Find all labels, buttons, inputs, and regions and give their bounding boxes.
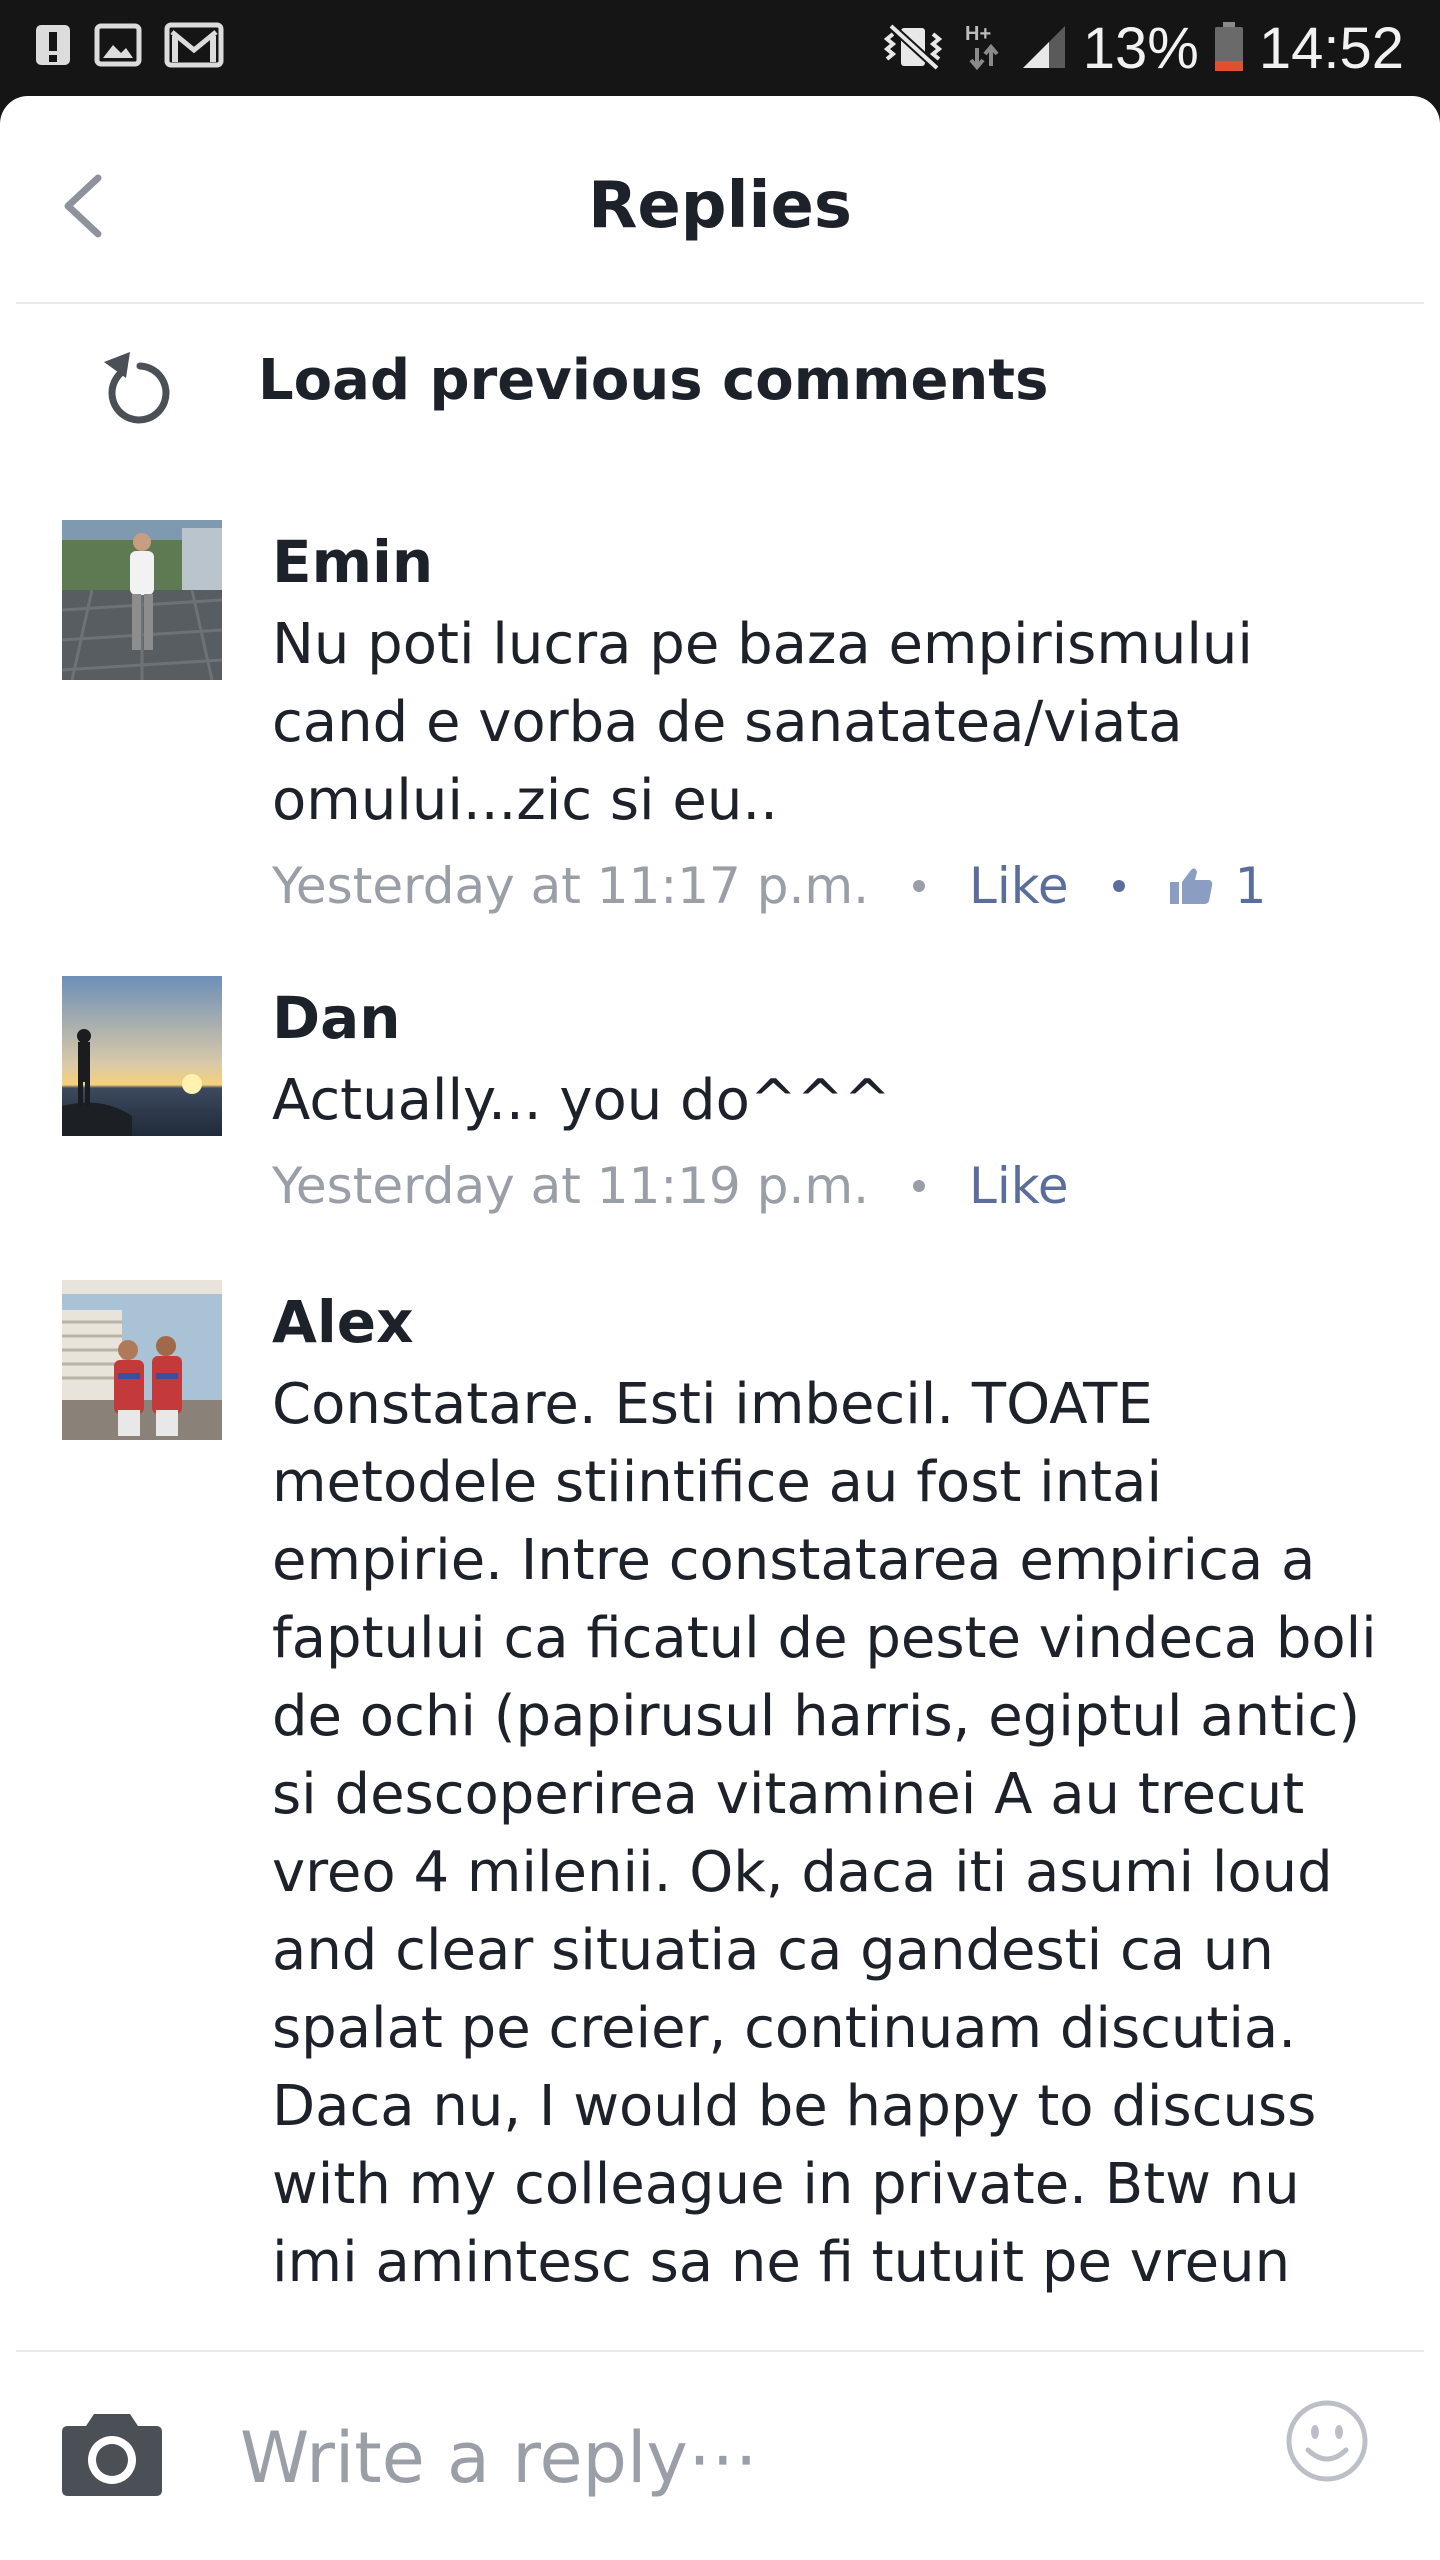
comment-body: Emin Nu poti lucra pe baza empirismului … bbox=[272, 520, 1400, 918]
camera-button[interactable] bbox=[60, 2408, 164, 2498]
like-link[interactable]: Like bbox=[969, 854, 1069, 918]
vibrate-mute-icon bbox=[875, 22, 951, 76]
avatar[interactable] bbox=[62, 1280, 222, 1440]
thumbs-up-icon bbox=[1169, 868, 1212, 904]
comment-author[interactable]: Alex bbox=[272, 1280, 414, 1366]
system-status: H+ 13% 14:52 bbox=[875, 14, 1404, 84]
signal-icon bbox=[1019, 22, 1069, 76]
refresh-icon bbox=[96, 334, 176, 434]
comment-body: Dan Actually... you do^^^ Yesterday at 1… bbox=[272, 976, 1400, 1218]
battery-percent: 13% bbox=[1082, 16, 1199, 81]
comment-author[interactable]: Emin bbox=[272, 520, 433, 606]
load-previous-label: Load previous comments bbox=[258, 348, 1049, 413]
alert-icon bbox=[34, 23, 72, 71]
comment-meta: Yesterday at 11:19 p.m. Like bbox=[272, 1154, 1400, 1218]
reply-input[interactable] bbox=[240, 2410, 1220, 2506]
page-title: Replies bbox=[588, 169, 852, 243]
svg-text:H+: H+ bbox=[965, 23, 991, 45]
separator-dot bbox=[1112, 880, 1125, 892]
load-previous-comments[interactable]: Load previous comments bbox=[0, 334, 1440, 454]
like-count-value: 1 bbox=[1234, 857, 1267, 915]
like-count[interactable]: 1 bbox=[1169, 854, 1267, 918]
comment-meta: Yesterday at 11:17 p.m. Like 1 bbox=[272, 854, 1400, 918]
header-divider bbox=[16, 302, 1424, 304]
clock: 14:52 bbox=[1258, 16, 1404, 81]
status-bar: H+ 13% 14:52 bbox=[0, 0, 1440, 96]
avatar[interactable] bbox=[62, 520, 222, 680]
notification-icons bbox=[34, 22, 224, 72]
comment-text: Actually... you do^^^ bbox=[272, 1068, 891, 1133]
comment-timestamp: Yesterday at 11:19 p.m. bbox=[272, 1157, 869, 1215]
comment-body: Alex Constatare. Esti imbecil. TOATE met… bbox=[272, 1280, 1400, 2302]
separator-dot bbox=[912, 1180, 925, 1192]
reply-composer bbox=[0, 2350, 1440, 2560]
mail-icon bbox=[164, 22, 224, 72]
like-link[interactable]: Like bbox=[969, 1154, 1069, 1218]
emoji-button[interactable] bbox=[1284, 2398, 1370, 2484]
comment-timestamp: Yesterday at 11:17 p.m. bbox=[272, 857, 869, 915]
smiley-icon bbox=[1286, 2400, 1368, 2482]
composer-divider bbox=[16, 2350, 1424, 2352]
separator-dot bbox=[912, 880, 925, 892]
battery-low-icon bbox=[1213, 21, 1245, 77]
header: Replies bbox=[0, 96, 1440, 302]
comment-text: Nu poti lucra pe baza empirismului cand … bbox=[272, 612, 1253, 833]
gallery-icon bbox=[94, 23, 142, 71]
comment-author[interactable]: Dan bbox=[272, 976, 401, 1062]
camera-icon bbox=[62, 2414, 162, 2496]
network-data-icon: H+ bbox=[965, 20, 1005, 78]
avatar[interactable] bbox=[62, 976, 222, 1136]
comment-text: Constatare. Esti imbecil. TOATE metodele… bbox=[272, 1372, 1377, 2295]
replies-sheet: Replies Load previous comments Emin Nu p… bbox=[0, 96, 1440, 2560]
